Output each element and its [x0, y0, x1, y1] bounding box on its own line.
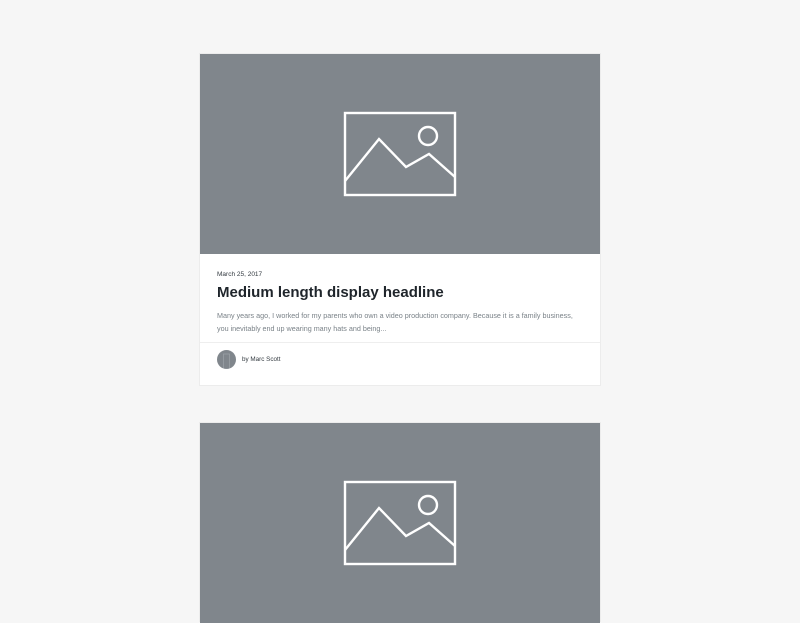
post-image[interactable]: [200, 54, 600, 254]
image-placeholder-icon: [343, 111, 457, 197]
post-image[interactable]: [200, 423, 600, 623]
post-headline[interactable]: Medium length display headline: [217, 284, 444, 301]
blog-post-card[interactable]: [199, 422, 601, 623]
post-excerpt: Many years ago, I worked for my parents …: [217, 311, 573, 333]
divider: [200, 342, 600, 343]
blog-post-card[interactable]: March 25, 2017 Medium length display hea…: [199, 53, 601, 386]
image-placeholder-icon: [343, 480, 457, 566]
author-name[interactable]: by Marc Scott: [242, 356, 281, 363]
post-date: March 25, 2017: [217, 271, 263, 278]
author-avatar[interactable]: [217, 350, 236, 369]
user-icon: [223, 353, 230, 369]
